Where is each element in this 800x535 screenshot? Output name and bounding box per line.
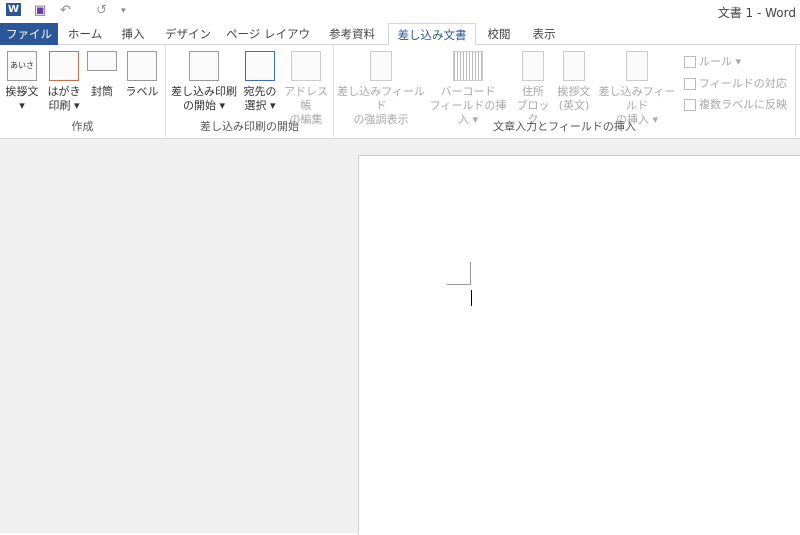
button-label: (英文) xyxy=(558,99,590,112)
barcode-icon xyxy=(453,51,483,81)
greeting-line-button[interactable]: 挨拶文 (英文) xyxy=(554,51,594,113)
text-cursor xyxy=(471,290,472,306)
group-create: あいさつ 挨拶文 ▾ はがき 印刷 ▾ 封筒 ラベル 作成 xyxy=(0,45,166,137)
rules-button[interactable]: ルール ▾ xyxy=(684,53,741,69)
button-label: 住所 xyxy=(522,85,544,98)
margin-mark xyxy=(470,262,471,285)
button-label: 封筒 xyxy=(91,85,113,98)
redo-icon[interactable]: ↺ xyxy=(96,3,107,18)
address-book-edit-icon xyxy=(291,51,321,81)
undo-icon[interactable]: ↶ xyxy=(60,3,71,18)
button-label: はがき xyxy=(47,85,81,98)
group-label: 文章入力とフィールドの挿入 xyxy=(493,120,636,133)
edit-recipient-list-button[interactable]: アドレス帳 の編集 xyxy=(280,51,332,127)
envelope-button[interactable]: 封筒 xyxy=(84,51,120,99)
document-page[interactable] xyxy=(358,155,800,535)
tab-design[interactable]: デザイン xyxy=(160,23,216,45)
select-recipients-button[interactable]: 宛先の 選択 ▾ xyxy=(240,51,280,113)
ribbon-tabs: ファイル ホーム 挿入 デザイン ページ レイアウト 参考資料 差し込み文書 校… xyxy=(0,23,800,63)
match-fields-button[interactable]: フィールドの対応 xyxy=(684,75,787,91)
button-label: ルール ▾ xyxy=(699,55,742,68)
title-bar: W ▣ ↶ ↺ ▾ 文書 1 - Word xyxy=(0,0,800,23)
update-labels-icon xyxy=(684,99,696,111)
labels-button[interactable]: ラベル xyxy=(122,51,162,99)
group-label: 作成 xyxy=(71,120,94,133)
match-fields-icon xyxy=(684,78,696,90)
rules-icon xyxy=(684,56,696,68)
button-label: 差し込みフィールド xyxy=(337,85,425,112)
tab-view[interactable]: 表示 xyxy=(524,23,564,45)
address-block-button[interactable]: 住所 ブロック xyxy=(512,51,554,127)
group-start-mail-merge: 差し込み印刷 の開始 ▾ 宛先の 選択 ▾ アドレス帳 の編集 差し込み印刷の開… xyxy=(166,45,334,137)
insert-merge-field-button[interactable]: 差し込みフィールド の挿入 ▾ xyxy=(594,51,680,127)
window-title: 文書 1 - Word xyxy=(717,6,796,20)
postcard-icon xyxy=(49,51,79,81)
tab-review[interactable]: 校閲 xyxy=(480,23,518,45)
postcard-print-button[interactable]: はがき 印刷 ▾ xyxy=(44,51,84,113)
update-labels-button[interactable]: 複数ラベルに反映 xyxy=(684,96,787,112)
button-label: アドレス帳 xyxy=(284,85,328,112)
tab-file[interactable]: ファイル xyxy=(0,23,58,45)
button-label: ラベル xyxy=(125,85,159,98)
button-label: 選択 ▾ xyxy=(244,99,276,112)
document-workspace xyxy=(0,139,800,535)
insert-barcode-field-button[interactable]: バーコード フィールドの挿入 ▾ xyxy=(426,51,510,127)
highlight-merge-fields-button[interactable]: 差し込みフィールド の強調表示 xyxy=(336,51,426,127)
button-label: 複数ラベルに反映 xyxy=(699,98,787,111)
mail-merge-icon xyxy=(189,51,219,81)
labels-icon xyxy=(127,51,157,81)
document-icon xyxy=(370,51,392,81)
button-label: フィールドの対応 xyxy=(699,77,787,90)
start-mail-merge-button[interactable]: 差し込み印刷 の開始 ▾ xyxy=(168,51,240,113)
button-label: の開始 ▾ xyxy=(182,99,226,112)
button-label: 宛先の xyxy=(243,85,277,98)
tab-page-layout[interactable]: ページ レイアウト xyxy=(222,23,314,63)
button-label: バーコード xyxy=(440,85,496,98)
save-icon[interactable]: ▣ xyxy=(34,3,46,18)
tab-references[interactable]: 参考資料 xyxy=(320,23,384,45)
margin-mark xyxy=(447,284,471,285)
word-logo-icon: W xyxy=(6,3,22,16)
tab-mailings[interactable]: 差し込み文書 xyxy=(388,23,476,46)
greeting-icon: あいさつ xyxy=(7,51,37,98)
ribbon: あいさつ 挨拶文 ▾ はがき 印刷 ▾ 封筒 ラベル 作成 差し込み印刷 の開始… xyxy=(0,45,800,139)
envelope-icon xyxy=(87,51,117,71)
tab-home[interactable]: ホーム xyxy=(62,23,108,45)
button-label: 印刷 ▾ xyxy=(48,99,80,112)
button-label: 差し込みフィールド xyxy=(598,85,676,112)
address-block-icon xyxy=(522,51,544,81)
button-label: 挨拶文 xyxy=(557,85,591,98)
greeting-line-icon xyxy=(563,51,585,81)
tab-insert[interactable]: 挿入 xyxy=(112,23,154,45)
customize-icon[interactable]: ▾ xyxy=(121,6,126,16)
greeting-letter-button[interactable]: あいさつ 挨拶文 ▾ xyxy=(2,51,42,113)
button-label: 差し込み印刷 xyxy=(171,85,237,98)
merge-field-icon xyxy=(626,51,648,81)
recipients-icon xyxy=(245,51,275,81)
group-label: 差し込み印刷の開始 xyxy=(200,120,299,133)
